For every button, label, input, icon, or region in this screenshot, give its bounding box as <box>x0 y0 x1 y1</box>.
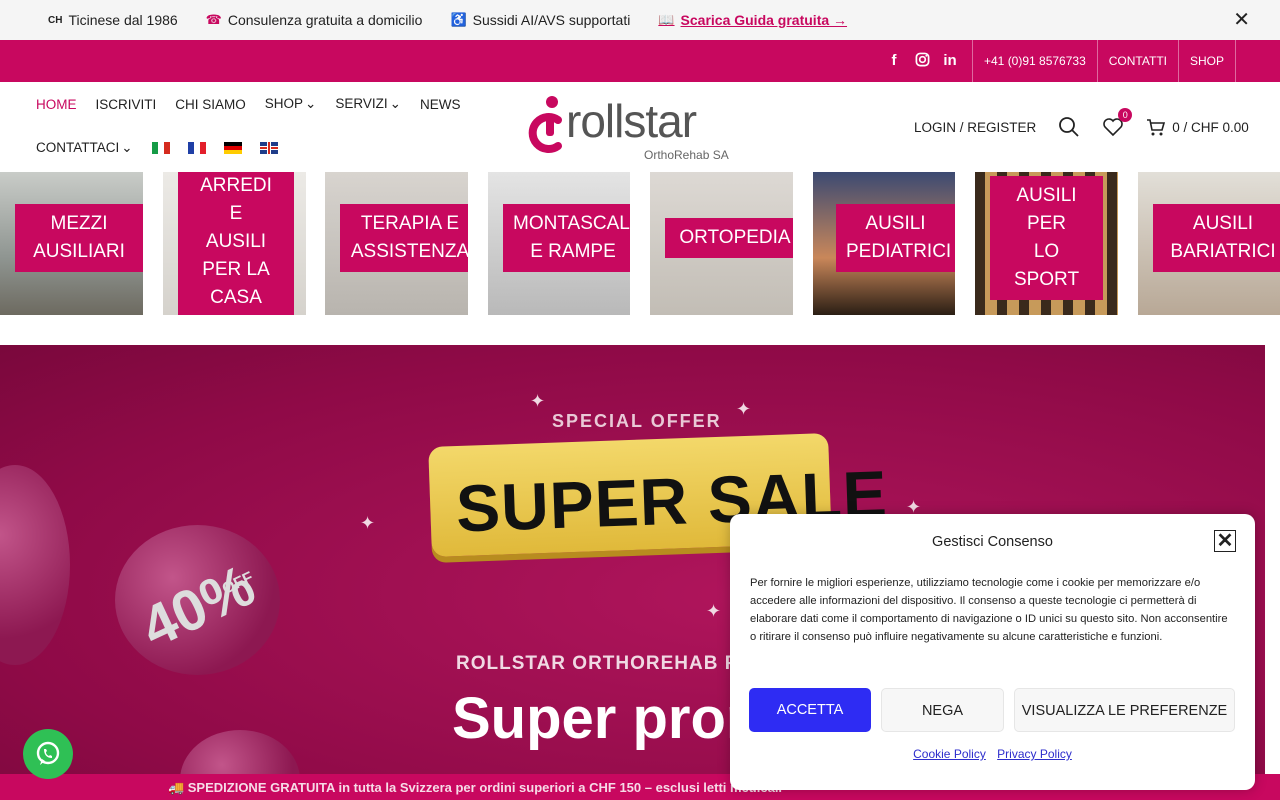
category-tile[interactable]: AUSILI PEDIATRICI <box>813 172 955 315</box>
nav-item-home[interactable]: HOME <box>36 97 77 112</box>
cart-icon <box>1147 119 1166 136</box>
whatsapp-icon[interactable] <box>23 729 73 779</box>
info-item-consulenza: ☎ Consulenza gratuita a domicilio <box>206 12 423 28</box>
header-contact-bar: f in +41 (0)91 8576733 CONTATTI SHOP <box>0 40 1280 82</box>
wishlist-heart-icon[interactable]: 0 <box>1102 108 1133 138</box>
category-label: AUSILI PEDIATRICI <box>836 204 955 272</box>
sparkle-icon: ✦ <box>360 513 376 533</box>
view-preferences-button[interactable]: VISUALIZZA LE PREFERENZE <box>1014 688 1235 732</box>
nav-item-iscriviti[interactable]: ISCRIVITI <box>96 97 157 112</box>
nav-label: SHOP <box>264 96 304 111</box>
cookie-consent-dialog: Gestisci Consenso ✕ Per fornire le migli… <box>730 514 1255 790</box>
login-register-link[interactable]: LOGIN / REGISTER <box>914 120 1036 135</box>
category-label-text: MEZZI AUSILIARI <box>33 213 125 262</box>
cookie-dialog-title: Gestisci Consenso <box>932 534 1053 550</box>
facebook-icon[interactable]: f <box>886 52 902 70</box>
cookie-policy-link[interactable]: Cookie Policy <box>913 747 986 761</box>
search-icon[interactable] <box>1058 116 1080 138</box>
shop-link[interactable]: SHOP <box>1177 40 1236 82</box>
italian-flag-icon[interactable] <box>151 142 170 154</box>
header-actions: LOGIN / REGISTER 0 0 / CHF 0.00 <box>914 108 1249 142</box>
info-text: Consulenza gratuita a domicilio <box>227 12 423 28</box>
category-tile[interactable]: MEZZI AUSILIARI <box>0 172 143 315</box>
category-label-text: ORTOPEDIA <box>679 227 791 248</box>
german-flag-icon[interactable] <box>223 142 242 154</box>
category-tile[interactable]: AUSILI BARIATRICI <box>1138 172 1280 315</box>
nav-row: CONTATTACI ⌄ <box>36 126 476 170</box>
special-offer-label: SPECIAL OFFER <box>552 411 722 431</box>
category-label: MEZZI AUSILIARI <box>15 204 143 272</box>
french-flag-icon[interactable] <box>187 142 206 154</box>
sparkle-icon: ✦ <box>530 391 546 411</box>
contacts-link[interactable]: CONTATTI <box>1096 40 1178 82</box>
cart-total: 0 / CHF 0.00 <box>1172 119 1249 135</box>
info-item-ticinese: CH Ticinese dal 1986 <box>48 12 178 28</box>
nav-item-shop[interactable]: SHOP ⌄ <box>265 96 317 112</box>
social-links: f in <box>886 52 958 70</box>
category-label: MONTASCALE E RAMPE <box>503 204 630 272</box>
category-tile[interactable]: ARREDI E AUSILI PER LA CASA <box>163 172 306 315</box>
category-label: ORTOPEDIA <box>665 218 793 258</box>
cookie-policy-links: Cookie Policy Privacy Policy <box>730 747 1255 761</box>
guide-link-text: Scarica Guida gratuita → <box>680 12 848 28</box>
logo-wordmark: rollstar <box>566 95 697 147</box>
accept-button[interactable]: ACCETTA <box>749 688 871 732</box>
cart-button[interactable]: 0 / CHF 0.00 <box>1146 117 1249 137</box>
category-label: TERAPIA E ASSISTENZA <box>340 204 468 272</box>
main-navigation: HOME ISCRIVITI CHI SIAMO SHOP ⌄ SERVIZI ⌄ … <box>36 82 476 172</box>
category-tile[interactable]: ORTOPEDIA <box>650 172 793 315</box>
guide-download-link[interactable]: 📖 Scarica Guida gratuita → <box>658 12 847 28</box>
info-text: Sussidi AI/AVS supportati <box>472 12 631 28</box>
top-info-bar: CH Ticinese dal 1986 ☎ Consulenza gratui… <box>0 0 1280 40</box>
close-icon[interactable]: ✕ <box>1214 530 1236 552</box>
hero-brand-line: ROLLSTAR ORTHOREHAB P <box>456 653 739 674</box>
category-label: ARREDI E AUSILI PER LA CASA <box>178 172 294 315</box>
chevron-down-icon: ⌄ <box>305 96 317 111</box>
site-logo[interactable]: rollstar OrthoRehab SA <box>526 92 746 162</box>
category-label: AUSILI PER LO SPORT <box>990 176 1103 300</box>
info-item-sussidi: ♿ Sussidi AI/AVS supportati <box>450 12 630 28</box>
nav-item-servizi[interactable]: SERVIZI ⌄ <box>335 96 401 112</box>
hero-promo-heading: Super prom <box>452 686 778 751</box>
category-label-text: AUSILI PER LO SPORT <box>1013 185 1080 290</box>
nav-item-news[interactable]: NEWS <box>420 97 461 112</box>
category-tile[interactable]: AUSILI PER LO SPORT <box>975 172 1118 315</box>
phone-icon: ☎ <box>205 12 222 27</box>
category-label-text: MONTASCALE E RAMPE <box>513 213 630 262</box>
linkedin-icon[interactable]: in <box>942 52 958 70</box>
chevron-down-icon: ⌄ <box>389 96 401 111</box>
english-flag-icon[interactable] <box>259 142 278 154</box>
chevron-down-icon: ⌄ <box>121 140 133 155</box>
sparkle-icon: ✦ <box>736 399 752 419</box>
nav-label: SERVIZI <box>335 96 388 111</box>
privacy-policy-link[interactable]: Privacy Policy <box>997 747 1072 761</box>
category-label-text: AUSILI BARIATRICI <box>1170 213 1276 262</box>
category-tile[interactable]: TERAPIA E ASSISTENZA <box>325 172 468 315</box>
wheelchair-icon: ♿ <box>450 12 467 27</box>
sparkle-icon: ✦ <box>706 601 722 621</box>
wishlist-count-badge: 0 <box>1118 108 1133 122</box>
category-label-text: TERAPIA E ASSISTENZA <box>350 213 468 262</box>
swiss-flag-icon: CH <box>48 14 63 26</box>
instagram-icon[interactable] <box>914 52 930 70</box>
nav-item-contattaci[interactable]: CONTATTACI ⌄ <box>36 140 133 156</box>
category-label-text: ARREDI E AUSILI PER LA CASA <box>200 175 272 308</box>
category-label-text: AUSILI PEDIATRICI <box>846 213 952 262</box>
category-tile[interactable]: MONTASCALE E RAMPE <box>488 172 630 315</box>
info-text: Ticinese dal 1986 <box>68 12 178 28</box>
book-icon: 📖 <box>658 12 675 27</box>
header-links: +41 (0)91 8576733 CONTATTI SHOP <box>972 40 1236 82</box>
logo-subtitle: OrthoRehab SA <box>644 148 729 162</box>
deny-button[interactable]: NEGA <box>881 688 1004 732</box>
cookie-dialog-text: Per fornire le migliori esperienze, util… <box>750 577 1228 643</box>
phone-link[interactable]: +41 (0)91 8576733 <box>972 40 1097 82</box>
nav-label: CONTATTACI <box>36 140 120 155</box>
balloon-graphic <box>0 465 70 665</box>
close-icon[interactable]: ✕ <box>1233 10 1250 30</box>
category-label: AUSILI BARIATRICI <box>1153 204 1280 272</box>
category-strip: MEZZI AUSILIARI ARREDI E AUSILI PER LA C… <box>0 172 1280 315</box>
nav-row: HOME ISCRIVITI CHI SIAMO SHOP ⌄ SERVIZI ⌄ … <box>36 82 476 126</box>
nav-item-chi-siamo[interactable]: CHI SIAMO <box>175 97 246 112</box>
